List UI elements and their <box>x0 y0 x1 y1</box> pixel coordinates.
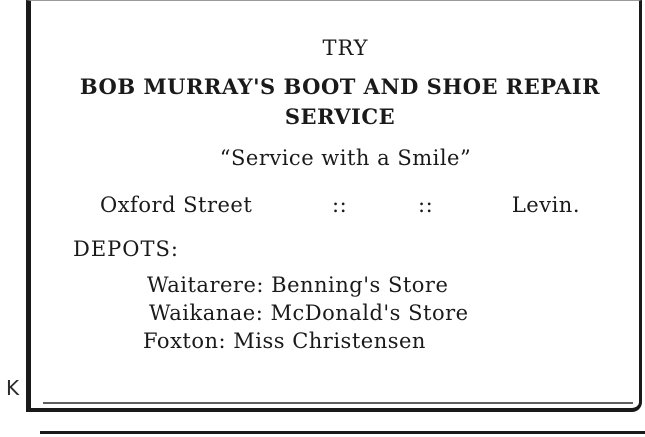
bottom-rule <box>40 431 645 434</box>
town-name: Levin. <box>511 193 580 217</box>
depot-list: Waitarere: Benning's Store Waikanae: McD… <box>130 271 550 355</box>
depots-heading: DEPOTS: <box>73 237 179 261</box>
margin-mark: K <box>6 376 19 400</box>
depot-item: Waikanae: McDonald's Store <box>149 301 469 325</box>
business-name-headline: BOB MURRAY'S BOOT AND SHOE REPAIR SERVIC… <box>79 74 601 129</box>
address-separator: :: <box>418 193 434 217</box>
address-row: Oxford Street :: :: Levin. <box>100 193 580 221</box>
address-separator: :: <box>332 193 348 217</box>
street-name: Oxford Street <box>100 193 253 217</box>
slogan: “Service with a Smile” <box>219 146 472 170</box>
depot-item: Waitarere: Benning's Store <box>147 273 449 297</box>
depot-item: Foxton: Miss Christensen <box>143 329 426 353</box>
intro-text: TRY <box>322 36 369 60</box>
